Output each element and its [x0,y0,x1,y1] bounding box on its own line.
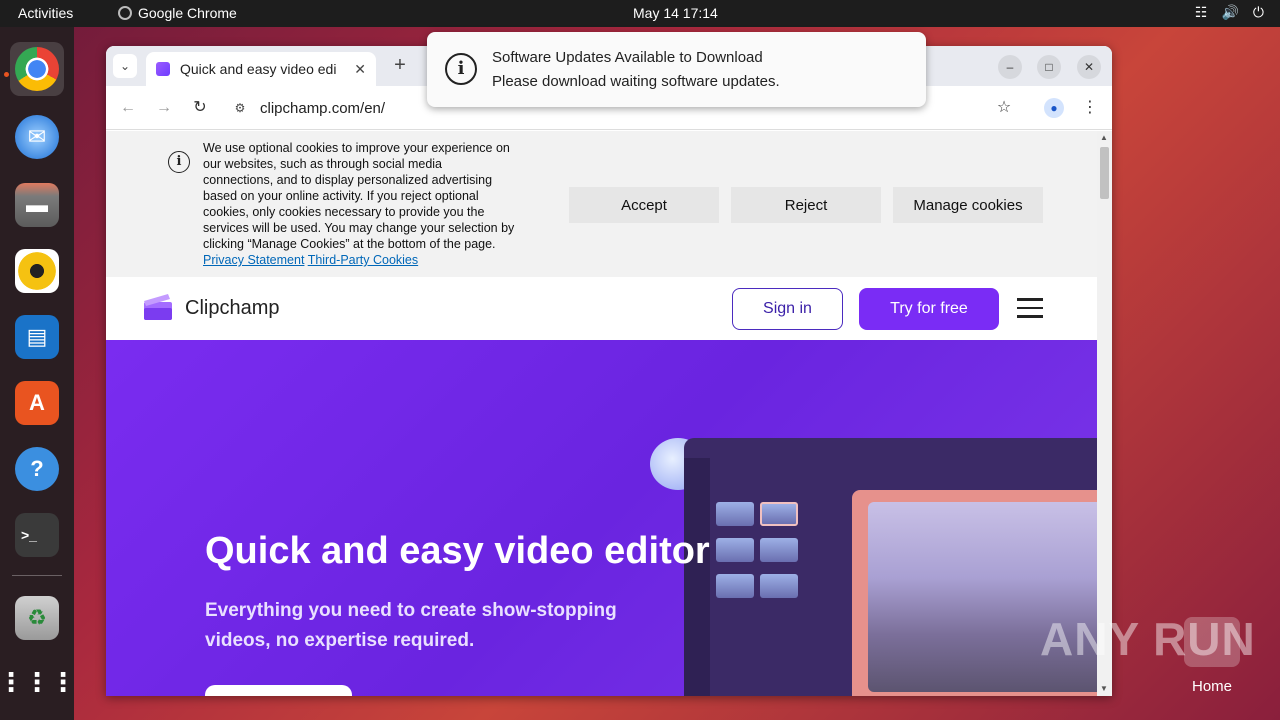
notification-body: Please download waiting software updates… [492,73,780,90]
dock-chrome[interactable] [10,42,64,96]
activities-button[interactable]: Activities [18,5,73,21]
hero-section: Quick and easy video editor Everything y… [106,340,1097,696]
cookie-banner: i We use optional cookies to improve you… [106,131,1097,277]
app-menu[interactable]: Google Chrome [118,5,237,21]
reject-button[interactable]: Reject [731,187,881,223]
close-icon[interactable]: ✕ [354,61,366,78]
network-icon: ☷ [1194,4,1208,20]
scroll-thumb[interactable] [1100,147,1109,199]
info-icon: i [445,53,477,85]
page-viewport[interactable]: i We use optional cookies to improve you… [106,131,1097,696]
forward-button[interactable]: → [154,98,174,118]
tab-title: Quick and easy video edi [180,61,337,77]
grid-icon: ⋮⋮⋮ [0,666,76,697]
app-center-icon: A [15,381,59,425]
chrome-icon [15,47,59,91]
chrome-icon [118,6,132,20]
tab-search-button[interactable]: ⌄ [113,54,137,78]
third-party-cookies-link[interactable]: Third-Party Cookies [308,253,418,267]
close-window-button[interactable]: ✕ [1077,55,1101,79]
power-icon: ⏻ [1252,4,1264,20]
hero-headline: Quick and easy video editor [205,530,710,572]
dock-separator [12,575,62,576]
clipchamp-favicon-icon [156,62,170,76]
maximize-button[interactable]: □ [1037,55,1061,79]
manage-cookies-button[interactable]: Manage cookies [893,187,1043,223]
recycle-icon: ♻ [15,596,59,640]
privacy-statement-link[interactable]: Privacy Statement [203,253,304,267]
site-info-icon[interactable]: ⚙ [230,101,250,115]
update-notification[interactable]: i Software Updates Available to Download… [427,32,926,107]
dock: ✉ ▬ ▤ A ? >_ ♻ ⋮⋮⋮ [0,27,76,720]
cookie-text: We use optional cookies to improve your … [203,140,515,268]
dock-rhythmbox[interactable] [10,244,64,298]
editor-media-panel [714,482,808,622]
site-header: Clipchamp Sign in Try for free [106,277,1097,340]
help-icon: ? [15,447,59,491]
volume-icon: 🔊 [1221,4,1239,20]
editor-sidebar [684,458,710,696]
menu-kebab-icon[interactable]: ⋮ [1080,98,1100,118]
chevron-down-icon: ⌄ [119,59,131,73]
dock-show-apps[interactable]: ⋮⋮⋮ [0,655,76,709]
profile-avatar[interactable]: ● [1044,98,1064,118]
accept-button[interactable]: Accept [569,187,719,223]
dock-app-center[interactable]: A [10,376,64,430]
sign-in-button[interactable]: Sign in [732,288,843,330]
home-folder-icon[interactable] [1184,617,1240,667]
media-thumbnail [760,502,798,526]
chrome-window: ⌄ Quick and easy video edi ✕ + – □ ✕ ← →… [106,46,1112,696]
top-bar: Activities Google Chrome May 14 17:14 ☷ … [0,0,1280,27]
hamburger-menu-icon[interactable] [1017,298,1043,318]
media-thumbnail [716,502,754,526]
hero-cta-button[interactable] [205,685,352,696]
scroll-down-icon[interactable]: ▼ [1100,684,1108,693]
running-indicator [4,72,9,77]
app-menu-label: Google Chrome [138,5,237,21]
dock-thunderbird[interactable]: ✉ [10,110,64,164]
editor-mockup-image [684,438,1097,696]
clock[interactable]: May 14 17:14 [633,5,718,21]
media-thumbnail [716,574,754,598]
media-thumbnail [760,574,798,598]
clipchamp-logo-icon[interactable] [142,292,174,322]
home-folder-label[interactable]: Home [1192,678,1232,695]
files-icon: ▬ [15,183,59,227]
info-icon: i [168,151,190,173]
new-tab-button[interactable]: + [388,54,412,78]
logo-text[interactable]: Clipchamp [185,297,279,320]
notification-title: Software Updates Available to Download [492,49,763,66]
scroll-up-icon[interactable]: ▲ [1100,133,1108,142]
dock-terminal[interactable]: >_ [10,508,64,562]
tab-clipchamp[interactable]: Quick and easy video edi ✕ [146,52,376,86]
url-text: clipchamp.com/en/ [260,99,386,117]
dock-help[interactable]: ? [10,442,64,496]
minimize-button[interactable]: – [998,55,1022,79]
back-button[interactable]: ← [118,98,138,118]
dock-writer[interactable]: ▤ [10,310,64,364]
dock-trash[interactable]: ♻ [10,591,64,645]
cookie-description: We use optional cookies to improve your … [203,141,515,251]
terminal-icon: >_ [15,513,59,557]
bookmark-star-icon[interactable]: ☆ [994,98,1014,118]
speaker-icon [15,249,59,293]
media-thumbnail [716,538,754,562]
media-thumbnail [760,538,798,562]
hero-subline: Everything you need to create show-stopp… [205,600,617,651]
reload-button[interactable]: ↻ [190,98,210,118]
thunderbird-icon: ✉ [15,115,59,159]
dock-files[interactable]: ▬ [10,178,64,232]
try-for-free-button[interactable]: Try for free [859,288,999,330]
system-tray[interactable]: ☷ 🔊 ⏻ [1195,4,1264,21]
document-icon: ▤ [15,315,59,359]
